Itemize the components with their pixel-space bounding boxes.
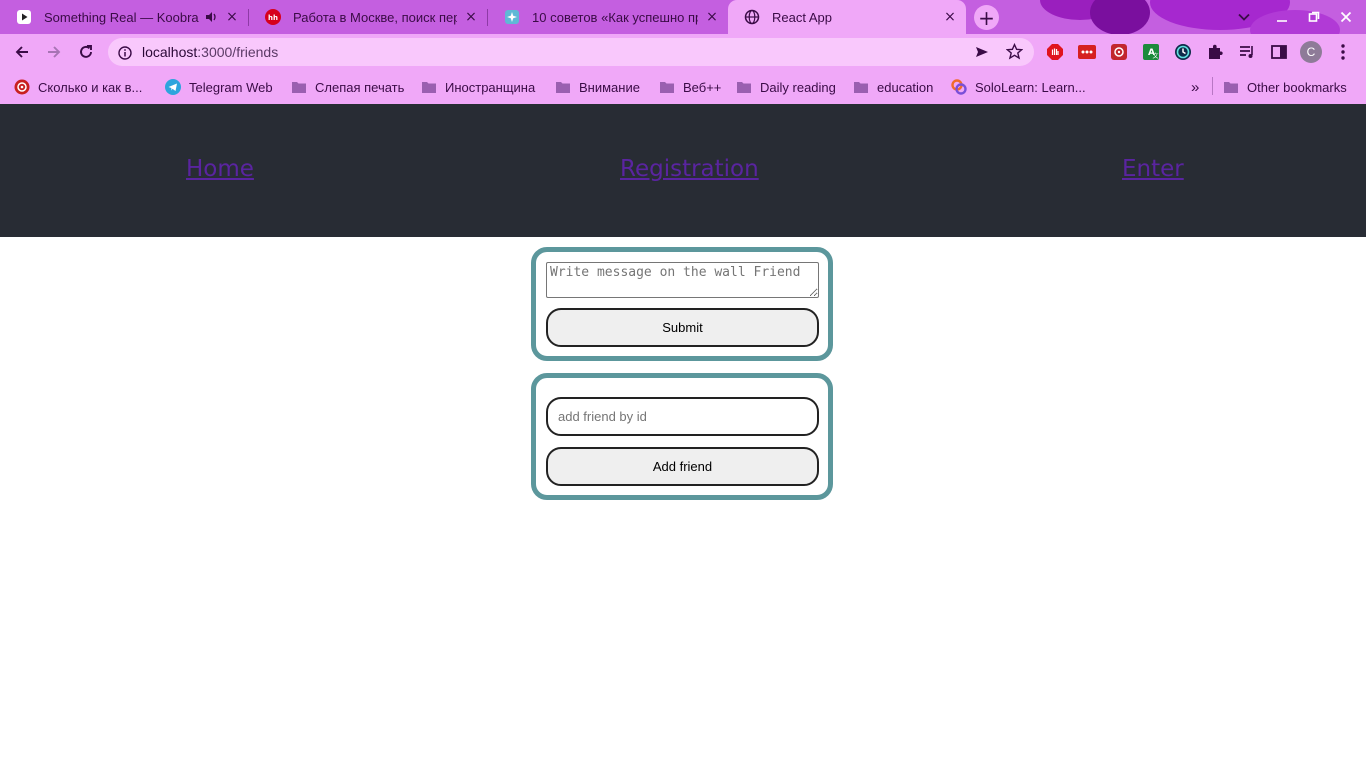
other-bookmarks-folder[interactable]: Other bookmarks: [1223, 77, 1347, 97]
bookmark-star-icon[interactable]: [1005, 42, 1024, 64]
nav-link-home[interactable]: Home: [186, 156, 254, 182]
side-panel-icon[interactable]: [1269, 42, 1289, 62]
svg-text:文: 文: [1153, 52, 1159, 60]
bookmark-label: education: [877, 79, 934, 95]
bookmark-item[interactable]: SoloLearn: Learn...: [951, 77, 1086, 97]
tab-close-icon[interactable]: ×: [224, 9, 240, 25]
bookmark-folder[interactable]: Веб++: [659, 77, 721, 97]
submit-button[interactable]: Submit: [546, 308, 819, 347]
wall-message-card: Submit: [531, 247, 833, 361]
minimize-icon[interactable]: [1270, 0, 1294, 34]
tab-title: Something Real — Koobra: [44, 9, 199, 25]
menu-kebab-icon[interactable]: [1333, 42, 1353, 62]
youtube-music-icon: [16, 9, 32, 25]
clock-extension-icon[interactable]: [1173, 42, 1193, 62]
bookmark-label: Telegram Web: [189, 79, 273, 95]
extension-dots-icon[interactable]: [1077, 42, 1097, 62]
media-controls-icon[interactable]: [1237, 42, 1257, 62]
tab-react-app[interactable]: React App ×: [728, 0, 966, 34]
app-header: Home Registration Enter: [0, 104, 1366, 237]
bookmark-folder[interactable]: Слепая печать: [291, 77, 404, 97]
reload-icon[interactable]: [71, 37, 101, 67]
folder-icon: [291, 79, 307, 95]
folder-icon: [659, 79, 675, 95]
tab-search-icon[interactable]: [1230, 0, 1258, 34]
adblock-icon[interactable]: [1045, 42, 1065, 62]
tab-koobra[interactable]: Something Real — Koobra ×: [0, 0, 248, 34]
folder-icon: [736, 79, 752, 95]
tab-title: React App: [772, 9, 832, 25]
tab-title: 10 советов «Как успешно пройти: [532, 9, 698, 25]
extensions-puzzle-icon[interactable]: [1205, 42, 1225, 62]
tab-advice[interactable]: 10 советов «Как успешно пройти ×: [488, 0, 728, 34]
add-friend-button[interactable]: Add friend: [546, 447, 819, 486]
add-friend-card: Add friend: [531, 373, 833, 500]
new-tab-button[interactable]: +: [974, 5, 999, 30]
spark-icon: [504, 9, 520, 25]
bookmarks-divider: [1212, 77, 1213, 95]
theme-blob: [1090, 0, 1150, 34]
maximize-icon[interactable]: [1302, 0, 1326, 34]
bookmark-folder[interactable]: Внимание: [555, 77, 640, 97]
forward-icon[interactable]: [39, 37, 69, 67]
address-path: :3000/friends: [197, 44, 279, 60]
tab-hh[interactable]: hh Работа в Москве, поиск персонала ×: [249, 0, 487, 34]
translate-icon[interactable]: A文: [1141, 42, 1161, 62]
bookmarks-overflow-button[interactable]: »: [1191, 77, 1199, 97]
speaker-icon[interactable]: [204, 10, 218, 24]
back-icon[interactable]: [7, 37, 37, 67]
browser-toolbar: localhost:3000/friends A文 C: [0, 34, 1366, 70]
profile-avatar[interactable]: C: [1300, 41, 1322, 63]
info-icon[interactable]: [118, 45, 132, 64]
bookmark-folder[interactable]: Иностранщина: [421, 77, 535, 97]
wall-message-textarea[interactable]: [546, 262, 819, 298]
hh-icon: hh: [265, 9, 281, 25]
tab-close-icon[interactable]: ×: [463, 9, 479, 25]
site-icon: [14, 79, 30, 95]
friend-id-input[interactable]: [546, 397, 819, 436]
globe-icon: [744, 9, 760, 25]
nav-link-enter[interactable]: Enter: [1122, 156, 1184, 182]
bookmark-label: Other bookmarks: [1247, 79, 1347, 95]
bookmark-label: Слепая печать: [315, 79, 405, 95]
bookmark-label: Веб++: [683, 79, 722, 95]
bookmark-label: Внимание: [579, 79, 640, 95]
telegram-icon: [165, 79, 181, 95]
tab-close-icon[interactable]: ×: [704, 9, 720, 25]
bookmark-item[interactable]: Telegram Web: [165, 77, 273, 97]
bookmark-label: SoloLearn: Learn...: [975, 79, 1086, 95]
bookmark-label: Daily reading: [760, 79, 836, 95]
extension-film-icon[interactable]: [1109, 42, 1129, 62]
folder-icon: [853, 79, 869, 95]
folder-icon: [555, 79, 571, 95]
svg-text:hh: hh: [268, 14, 278, 22]
tab-close-icon[interactable]: ×: [942, 9, 958, 25]
bookmark-label: Сколько и как в...: [38, 79, 143, 95]
bookmark-item[interactable]: Сколько и как в...: [14, 77, 142, 97]
address-host: localhost: [142, 44, 198, 60]
bookmark-folder[interactable]: Daily reading: [736, 77, 836, 97]
tab-title: Работа в Москве, поиск персонала: [293, 9, 457, 25]
folder-icon: [421, 79, 437, 95]
folder-icon: [1223, 79, 1239, 95]
close-window-icon[interactable]: [1334, 0, 1358, 34]
sololearn-icon: [951, 79, 967, 95]
tab-strip: Something Real — Koobra × hh Работа в Мо…: [0, 0, 1366, 34]
bookmarks-bar: Сколько и как в... Telegram Web Слепая п…: [0, 70, 1366, 104]
nav-link-registration[interactable]: Registration: [620, 156, 759, 182]
send-tab-icon[interactable]: [974, 44, 990, 64]
bookmark-folder[interactable]: education: [853, 77, 933, 97]
address-bar[interactable]: localhost:3000/friends: [108, 38, 1034, 66]
bookmark-label: Иностранщина: [445, 79, 536, 95]
address-url: localhost:3000/friends: [142, 44, 278, 60]
